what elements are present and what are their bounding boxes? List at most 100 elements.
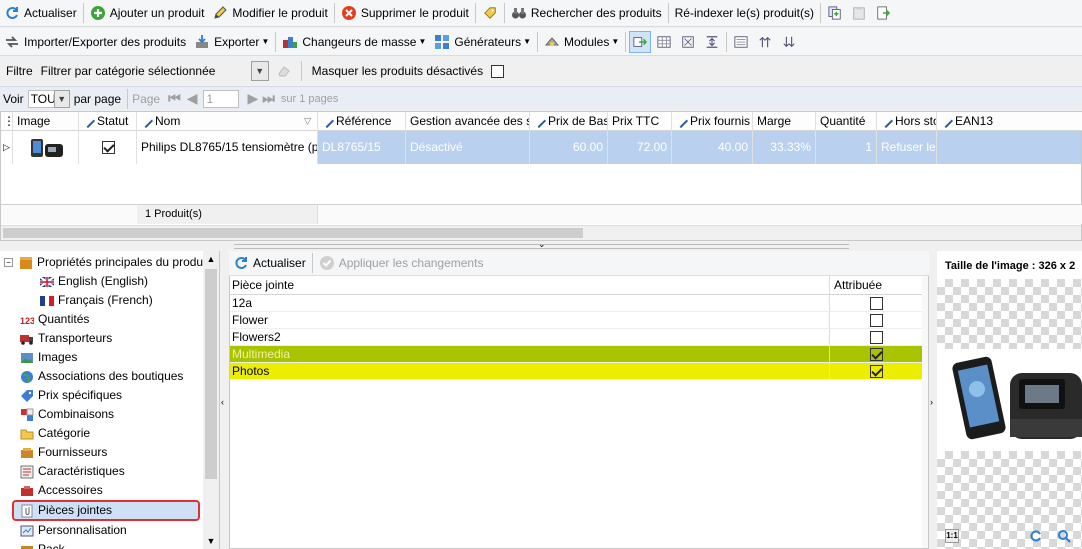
collapse-left-icon[interactable]: ‹ xyxy=(221,397,224,407)
attachment-row[interactable]: Photos xyxy=(230,363,928,380)
reindex-button[interactable]: Ré-indexer le(s) produit(s) xyxy=(671,1,818,25)
col-status[interactable]: Statut xyxy=(79,112,137,131)
assigned-checkbox[interactable] xyxy=(870,330,883,344)
attachment-row[interactable]: Flower xyxy=(230,312,928,329)
sync-view-toggle[interactable] xyxy=(629,30,652,53)
tree-item[interactable]: Français (French) xyxy=(0,291,219,310)
right-collapse-handle[interactable]: › xyxy=(929,251,937,549)
attachment-row[interactable]: 12a xyxy=(230,295,928,312)
scroll-up-icon[interactable]: ▲ xyxy=(203,251,219,267)
scroll-down-icon[interactable]: ▼ xyxy=(203,533,219,549)
col-margin[interactable]: Marge xyxy=(753,112,816,131)
col-name[interactable]: Nom ▽ xyxy=(137,112,318,131)
export-doc-button[interactable] xyxy=(872,2,894,24)
tree-item[interactable]: Personnalisation xyxy=(0,521,219,540)
status-checkbox[interactable] xyxy=(102,141,115,155)
filter-funnel-icon[interactable]: ▽ xyxy=(304,112,311,131)
scrollbar-thumb[interactable] xyxy=(205,269,217,479)
assigned-checkbox[interactable] xyxy=(870,347,883,361)
panel-splitter[interactable]: ⌄ xyxy=(0,239,1082,250)
collapse-right-icon[interactable]: › xyxy=(930,397,933,407)
tree-item[interactable]: Pièces jointes xyxy=(12,500,200,521)
attachment-row[interactable]: Multimedia xyxy=(230,346,928,363)
chevron-down-icon[interactable]: ▼ xyxy=(250,61,269,81)
table-row[interactable]: ▷ Philips DL8765/15 tensiomètre (press D… xyxy=(1,131,1082,164)
attachments-refresh-button[interactable]: Actualiser xyxy=(229,251,310,275)
col-attachment[interactable]: Pièce jointe xyxy=(230,276,830,294)
col-base-price[interactable]: Prix de Base xyxy=(530,112,608,131)
price-ttc-cell[interactable]: 72.00 xyxy=(608,131,672,164)
expand-columns-button[interactable] xyxy=(701,31,723,53)
col-price-ttc[interactable]: Prix TTC xyxy=(608,112,672,131)
add-product-button[interactable]: Ajouter un produit xyxy=(86,1,209,25)
collapse-toggle-icon[interactable]: − xyxy=(4,258,13,267)
tree-item[interactable]: Pack xyxy=(0,540,219,549)
collapse-chevron-icon[interactable]: ⌄ xyxy=(538,239,546,250)
delete-product-button[interactable]: Supprimer le produit xyxy=(337,1,473,25)
tree-item[interactable]: Accessoires xyxy=(0,481,219,500)
reference-cell[interactable]: DL8765/15 xyxy=(318,131,406,164)
sort-desc-button[interactable] xyxy=(778,31,800,53)
assigned-checkbox[interactable] xyxy=(870,296,883,310)
col-ean13[interactable]: EAN13 xyxy=(937,112,1082,131)
export-dropdown[interactable]: Exporter ▼ xyxy=(190,30,273,54)
per-page-select[interactable]: TOU ▼ xyxy=(27,89,70,109)
mass-changers-dropdown[interactable]: Changeurs de masse ▼ xyxy=(278,30,430,54)
first-page-icon[interactable]: ⏮ xyxy=(168,90,181,107)
fit-view-button[interactable] xyxy=(677,31,699,53)
scrollbar-thumb[interactable] xyxy=(3,228,583,238)
next-page-icon[interactable]: ▶ xyxy=(247,90,258,107)
name-cell[interactable]: Philips DL8765/15 tensiomètre (press xyxy=(137,131,318,164)
hide-disabled-checkbox[interactable] xyxy=(491,64,505,78)
assigned-checkbox[interactable] xyxy=(870,364,883,378)
paste-button[interactable] xyxy=(848,2,870,24)
quantity-cell[interactable]: 1 xyxy=(816,131,877,164)
grid-view-button[interactable] xyxy=(653,31,675,53)
duplicate-button[interactable] xyxy=(824,2,846,24)
margin-cell[interactable]: 33.33% xyxy=(753,131,816,164)
actual-size-icon[interactable]: 1:1 xyxy=(945,529,959,543)
columns-button[interactable] xyxy=(730,31,752,53)
category-filter-combo[interactable]: Filtrer par catégorie sélectionnée ▼ xyxy=(39,61,269,81)
last-page-icon[interactable]: ⏭ xyxy=(262,90,275,107)
tree-item[interactable]: Associations des boutiques xyxy=(0,367,219,386)
supplier-price-cell[interactable]: 40.00 xyxy=(672,131,753,164)
status-cell[interactable] xyxy=(79,131,137,164)
modules-dropdown[interactable]: Modules ▼ xyxy=(540,30,623,54)
col-image[interactable]: Image xyxy=(13,112,79,131)
tree-item[interactable]: Prix spécifiques xyxy=(0,386,219,405)
ean13-cell[interactable] xyxy=(937,131,1081,164)
eraser-icon[interactable] xyxy=(277,64,291,78)
col-reference[interactable]: Référence xyxy=(318,112,406,131)
col-out-of-stock[interactable]: Hors sto xyxy=(877,112,937,131)
tree-item[interactable]: Images xyxy=(0,348,219,367)
page-input[interactable]: 1 xyxy=(203,89,240,108)
left-collapse-handle[interactable]: ‹ xyxy=(221,251,229,549)
generators-dropdown[interactable]: Générateurs ▼ xyxy=(430,30,535,54)
out-of-stock-cell[interactable]: Refuser les xyxy=(877,131,937,164)
prev-page-icon[interactable]: ◀ xyxy=(187,90,198,107)
apply-changes-button[interactable]: Appliquer les changements xyxy=(315,251,488,275)
edit-product-button[interactable]: Modifier le produit xyxy=(208,1,331,25)
refresh-button[interactable]: Actualiser xyxy=(0,1,81,25)
stock-mgmt-cell[interactable]: Désactivé xyxy=(406,131,530,164)
base-price-cell[interactable]: 60.00 xyxy=(530,131,608,164)
col-stock-mgmt[interactable]: Gestion avancée des sto xyxy=(406,112,530,131)
import-export-button[interactable]: Importer/Exporter des produits xyxy=(0,30,190,54)
zoom-icon[interactable] xyxy=(1057,529,1071,543)
sort-asc-button[interactable] xyxy=(754,31,776,53)
horizontal-scrollbar[interactable] xyxy=(1,225,1081,240)
tree-item[interactable]: Fournisseurs xyxy=(0,443,219,462)
rotate-icon[interactable] xyxy=(1029,529,1043,543)
col-quantity[interactable]: Quantité xyxy=(816,112,877,131)
col-assigned[interactable]: Attribuée xyxy=(830,276,923,294)
tree-item[interactable]: Combinaisons xyxy=(0,405,219,424)
col-supplier-price[interactable]: Prix fournis xyxy=(672,112,753,131)
attachment-row[interactable]: Flowers2 xyxy=(230,329,928,346)
assigned-checkbox[interactable] xyxy=(870,313,883,327)
tree-item[interactable]: 123 Quantités xyxy=(0,310,219,329)
chevron-down-icon[interactable]: ▼ xyxy=(53,89,70,108)
tree-item[interactable]: Caractéristiques xyxy=(0,462,219,481)
tree-scrollbar[interactable]: ▲ ▼ xyxy=(203,251,219,549)
tag-button[interactable] xyxy=(479,2,501,24)
